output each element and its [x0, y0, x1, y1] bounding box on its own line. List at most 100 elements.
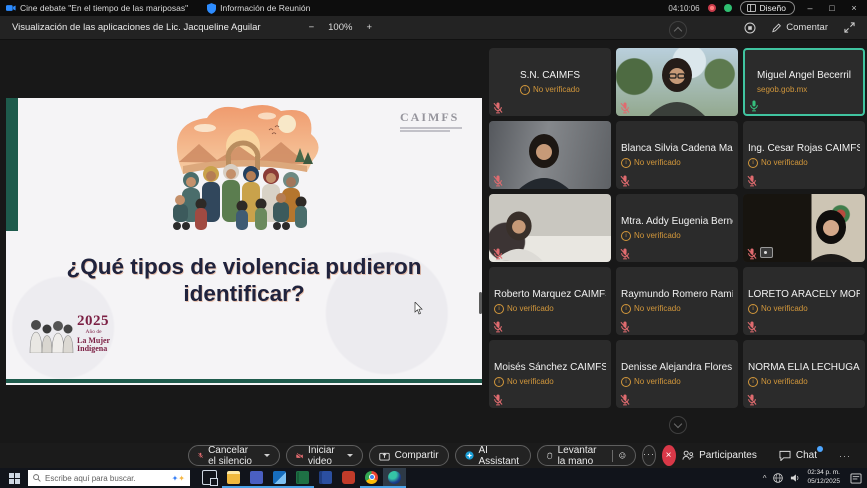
participant-tile[interactable] — [616, 48, 738, 116]
clock-time: 02:34 p. m. — [807, 469, 840, 478]
badge-sub3: Indígena — [77, 345, 110, 353]
task-view-icon — [202, 470, 217, 485]
scroll-down-button[interactable] — [669, 416, 687, 434]
close-button[interactable]: × — [847, 3, 861, 13]
chevron-down-icon — [264, 454, 270, 457]
expand-icon[interactable] — [844, 22, 855, 33]
share-scrollbar[interactable] — [479, 292, 482, 314]
person-silhouette — [616, 48, 738, 116]
chat-panel-button[interactable]: Chat — [779, 450, 817, 461]
layout-button[interactable]: Diseño — [740, 1, 795, 15]
participant-name: Roberto Marquez CAIMFS — [494, 289, 606, 300]
teams-taskbar-button[interactable] — [245, 468, 268, 488]
share-button[interactable]: Compartir — [369, 445, 449, 466]
webex-meeting-window: Cine debate "En el tiempo de las maripos… — [0, 0, 867, 488]
not-verified-icon: i — [494, 377, 504, 387]
camera-badge-icon — [760, 247, 773, 258]
taskbar-search-input[interactable]: Escribe aquí para buscar. ✦✦ — [28, 470, 190, 486]
raise-hand-icon — [547, 450, 552, 461]
participant-tile[interactable]: Blanca Silvia Cadena Martíne... i No ver… — [616, 121, 738, 189]
notification-center-icon[interactable] — [850, 473, 862, 484]
start-button[interactable] — [0, 468, 28, 488]
participant-tile[interactable] — [743, 194, 865, 262]
clock-date: 05/12/2025 — [807, 478, 840, 487]
tray-expand-icon[interactable]: ^ — [763, 474, 767, 483]
excel-taskbar-button[interactable] — [291, 468, 314, 488]
participant-subtitle: No verificado — [634, 158, 681, 167]
chat-icon — [779, 450, 791, 461]
participant-tile[interactable]: LORETO ARACELY MORRIS ... i No verificad… — [743, 267, 865, 335]
file-explorer-icon — [227, 471, 240, 484]
powerpoint-icon — [342, 471, 355, 484]
participant-name: Moisés Sánchez CAIMFS — [494, 362, 606, 373]
start-video-button[interactable]: Iniciar video — [286, 445, 363, 466]
mic-muted-icon — [620, 247, 630, 259]
not-verified-icon: i — [748, 304, 758, 314]
mic-muted-icon — [747, 393, 757, 405]
slide-bottom-accent-bar — [6, 379, 482, 383]
maximize-button[interactable]: □ — [825, 3, 839, 13]
person-silhouette — [489, 121, 611, 189]
mic-muted-icon — [747, 320, 757, 332]
slide-title: ¿Qué tipos de violencia pudieron identif… — [20, 254, 468, 307]
pen-icon — [772, 22, 782, 33]
not-verified-icon: i — [520, 85, 530, 95]
meeting-info-button[interactable]: Información de Reunión — [207, 3, 310, 14]
zoom-in-button[interactable]: + — [366, 22, 372, 33]
participant-tile[interactable] — [489, 194, 611, 262]
participant-name: Ing. Cesar Rojas CAIMFS — [748, 143, 860, 154]
scroll-up-button[interactable] — [669, 21, 687, 39]
camera-feed — [489, 121, 611, 189]
participant-tile[interactable]: Ing. Cesar Rojas CAIMFS i No verificado — [743, 121, 865, 189]
not-verified-icon: i — [621, 158, 631, 168]
participants-panel-button[interactable]: Participantes — [682, 450, 757, 461]
mic-muted-icon — [747, 247, 757, 259]
webex-taskbar-button[interactable] — [383, 468, 406, 488]
chevron-down-icon — [347, 454, 353, 457]
not-verified-icon: i — [621, 377, 631, 387]
volume-icon[interactable] — [790, 473, 800, 483]
powerpoint-taskbar-button[interactable] — [337, 468, 360, 488]
participant-tile[interactable]: Denisse Alejandra Flores Ros... i No ver… — [616, 340, 738, 408]
participants-grid: S.N. CAIMFS i No verificado — [489, 48, 865, 408]
camera-feed — [489, 194, 611, 262]
reactions-smiley-icon[interactable] — [619, 450, 626, 461]
unmute-button[interactable]: Cancelar el silencio — [188, 445, 280, 466]
year-badge: 2025 Año de La Mujer Indígena — [28, 314, 110, 353]
more-options-button[interactable]: ··· — [642, 445, 656, 466]
stop-view-icon[interactable] — [744, 22, 756, 34]
participant-tile[interactable]: S.N. CAIMFS i No verificado — [489, 48, 611, 116]
raise-hand-button[interactable]: Levantar la mano — [537, 445, 636, 466]
mic-muted-icon — [493, 174, 503, 186]
ai-assistant-icon — [465, 450, 474, 461]
zoom-out-button[interactable]: − — [309, 22, 315, 33]
connection-indicator-icon — [724, 4, 732, 12]
mic-muted-icon — [620, 320, 630, 332]
participant-tile[interactable]: Mtra. Addy Eugenia Bernés ... i No verif… — [616, 194, 738, 262]
participant-tile[interactable]: Moisés Sánchez CAIMFS i No verificado — [489, 340, 611, 408]
minimize-button[interactable]: – — [803, 3, 817, 13]
slide-left-accent-bar — [6, 98, 18, 231]
participant-tile[interactable]: Roberto Marquez CAIMFS i No verificado — [489, 267, 611, 335]
leave-meeting-button[interactable]: × — [662, 445, 676, 466]
participant-tile[interactable]: Raymundo Romero Ramírez... i No verifica… — [616, 267, 738, 335]
participant-tile[interactable]: NORMA ELIA LECHUGA BAS... i No verificad… — [743, 340, 865, 408]
participant-name: Denisse Alejandra Flores Ros... — [621, 362, 733, 373]
ai-assistant-button[interactable]: AI Assistant — [455, 445, 532, 466]
outlook-taskbar-button[interactable] — [268, 468, 291, 488]
file-explorer-taskbar-button[interactable] — [222, 468, 245, 488]
network-globe-icon[interactable] — [773, 473, 783, 483]
chrome-taskbar-button[interactable] — [360, 468, 383, 488]
participant-tile[interactable]: Miguel Angel Becerril segob.gob.mx — [743, 48, 865, 116]
camera-icon — [6, 4, 16, 12]
annotate-button[interactable]: Comentar — [772, 22, 828, 33]
caimfs-logo: CAIMFS — [400, 110, 462, 132]
word-taskbar-button[interactable] — [314, 468, 337, 488]
participant-name: Blanca Silvia Cadena Martíne... — [621, 143, 733, 154]
task-view-taskbar-button[interactable] — [197, 468, 222, 488]
women-silhouettes-icon — [28, 317, 74, 353]
taskbar-clock[interactable]: 02:34 p. m. 05/12/2025 — [807, 469, 840, 487]
zoom-level: 100% — [328, 22, 352, 33]
more-panels-button[interactable]: ··· — [839, 451, 851, 461]
participant-tile[interactable] — [489, 121, 611, 189]
